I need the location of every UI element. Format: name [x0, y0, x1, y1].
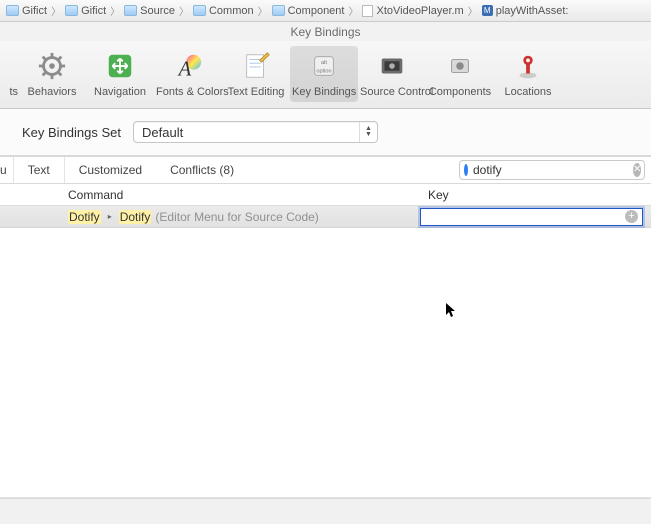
toolbar-item-source-control[interactable]: Source Control [358, 46, 426, 102]
key-bindings-set-row: Key Bindings Set Default ▲▼ [0, 109, 651, 156]
filter-label: Customized [79, 163, 142, 177]
toolbar-item-fonts-colors[interactable]: A Fonts & Colors [154, 46, 222, 102]
command-cell: Dotify ▸ Dotify (Editor Menu for Source … [0, 210, 420, 224]
filter-label: u [0, 163, 7, 177]
file-icon [362, 5, 373, 17]
command-path-segment: Dotify [68, 210, 101, 224]
svg-text:option: option [316, 69, 331, 75]
chevron-right-icon: 〉 [468, 3, 478, 18]
add-key-icon[interactable]: + [625, 210, 638, 223]
source-control-icon [376, 50, 408, 82]
breadcrumb-item[interactable]: Common [191, 5, 256, 17]
chevron-right-icon: 〉 [179, 3, 189, 18]
window-title: Key Bindings [0, 22, 651, 41]
folder-icon [6, 5, 19, 16]
command-path-segment: Dotify [119, 210, 152, 224]
column-header-key[interactable]: Key [420, 188, 651, 202]
locations-icon [512, 50, 544, 82]
filter-bar: u Text Customized Conflicts (8) ✕ [0, 156, 651, 184]
key-bindings-icon: alt option [308, 50, 340, 82]
select-value: Default [142, 125, 183, 140]
chevron-right-icon: 〉 [110, 3, 120, 18]
toolbar-item-text-editing[interactable]: Text Editing [222, 46, 290, 102]
folder-icon [193, 5, 206, 16]
key-bindings-set-label: Key Bindings Set [22, 125, 121, 140]
toolbar-label: Source Control [360, 86, 424, 98]
folder-icon [124, 5, 137, 16]
svg-text:alt: alt [321, 60, 327, 66]
column-header-command[interactable]: Command [0, 188, 420, 202]
breadcrumb-item[interactable]: Component [270, 5, 347, 17]
toolbar-label: Locations [496, 86, 560, 98]
chevron-right-icon: 〉 [51, 3, 61, 18]
toolbar-label: Fonts & Colors [156, 86, 220, 98]
search-field[interactable]: ✕ [459, 160, 645, 180]
key-cell[interactable]: + [420, 208, 651, 226]
toolbar-item-key-bindings[interactable]: alt option Key Bindings [290, 46, 358, 102]
toolbar-item-behaviors[interactable]: Behaviors [18, 46, 86, 102]
breadcrumb-item[interactable]: XtoVideoPlayer.m [360, 5, 465, 17]
updown-icon: ▲▼ [359, 122, 377, 142]
triangle-right-icon: ▸ [108, 212, 112, 221]
toolbar-item-components[interactable]: Components [426, 46, 494, 102]
filter-label: Conflicts (8) [170, 163, 234, 177]
text-editing-icon [240, 50, 272, 82]
toolbar-label: Text Editing [224, 86, 288, 98]
breadcrumb-label: Gifict [81, 5, 106, 17]
chevron-right-icon: 〉 [348, 3, 358, 18]
filter-tab-text[interactable]: Text [14, 157, 65, 183]
breadcrumb-label: Component [288, 5, 345, 17]
toolbar-item-partial[interactable]: ts [0, 46, 18, 102]
folder-icon [272, 5, 285, 16]
toolbar-label: Components [428, 86, 492, 98]
svg-text:A: A [177, 58, 192, 80]
toolbar-label: ts [2, 86, 18, 98]
clear-search-icon[interactable]: ✕ [633, 163, 641, 177]
key-bindings-set-select[interactable]: Default ▲▼ [133, 121, 378, 143]
toolbar-label: Key Bindings [292, 86, 356, 98]
table-header: Command Key [0, 184, 651, 206]
chevron-right-icon: 〉 [258, 3, 268, 18]
cursor-icon [446, 303, 458, 319]
breadcrumb[interactable]: Gifict 〉 Gifict 〉 Source 〉 Common 〉 Comp… [0, 0, 651, 22]
toolbar-label: Navigation [88, 86, 152, 98]
preferences-toolbar: ts Behaviors Navigation A Fonts & Colors… [0, 41, 651, 109]
components-icon [444, 50, 476, 82]
breadcrumb-label: Common [209, 5, 254, 17]
breadcrumb-label: Gifict [22, 5, 47, 17]
method-icon: M [482, 5, 493, 16]
bottom-bar [0, 498, 651, 524]
breadcrumb-label: playWithAsset: [496, 5, 569, 17]
fonts-colors-icon: A [172, 50, 204, 82]
filter-label: Text [28, 163, 50, 177]
search-input[interactable] [473, 163, 628, 177]
filter-tab-conflicts[interactable]: Conflicts (8) [156, 157, 248, 183]
filter-tab-partial[interactable]: u [0, 157, 14, 183]
breadcrumb-item[interactable]: Gifict [4, 5, 49, 17]
table-row[interactable]: Dotify ▸ Dotify (Editor Menu for Source … [0, 206, 651, 228]
toolbar-label: Behaviors [20, 86, 84, 98]
filter-tab-customized[interactable]: Customized [65, 157, 156, 183]
toolbar-item-navigation[interactable]: Navigation [86, 46, 154, 102]
folder-icon [65, 5, 78, 16]
breadcrumb-label: Source [140, 5, 175, 17]
breadcrumb-item[interactable]: Gifict [63, 5, 108, 17]
breadcrumb-item[interactable]: Source [122, 5, 177, 17]
breadcrumb-label: XtoVideoPlayer.m [376, 5, 463, 17]
table-body-empty [0, 228, 651, 498]
gear-icon [36, 50, 68, 82]
search-scope-icon[interactable] [464, 164, 468, 176]
key-input[interactable]: + [420, 208, 643, 226]
generic-icon [3, 50, 17, 82]
toolbar-item-locations[interactable]: Locations [494, 46, 562, 102]
navigation-icon [104, 50, 136, 82]
command-context: (Editor Menu for Source Code) [155, 210, 318, 224]
breadcrumb-item[interactable]: MplayWithAsset: [480, 5, 571, 17]
